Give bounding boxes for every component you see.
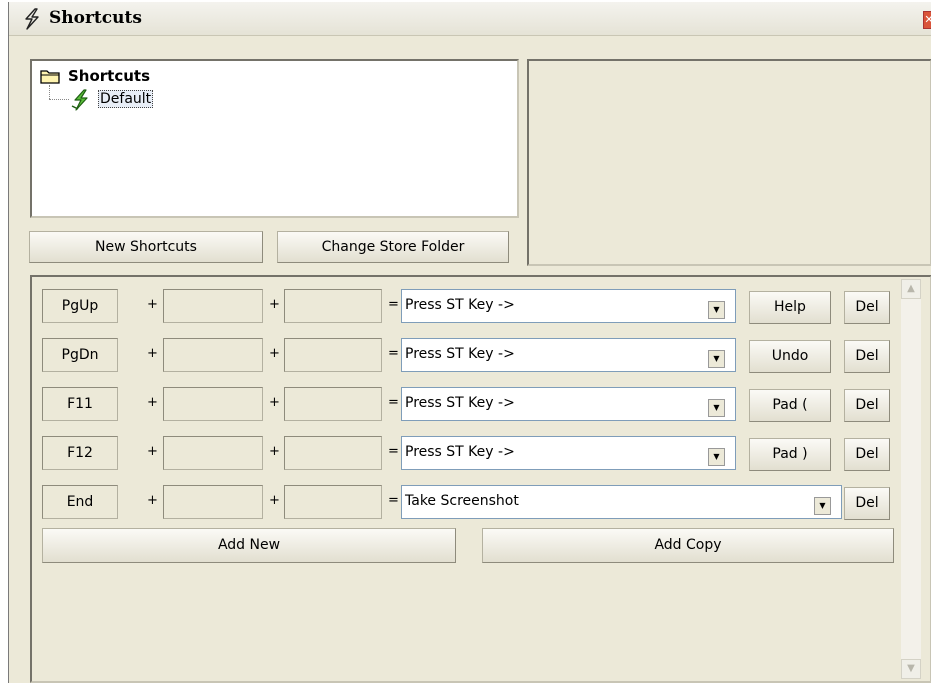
- close-button[interactable]: ✕: [923, 11, 931, 29]
- action-dropdown[interactable]: Press ST Key -> ▼: [401, 289, 736, 323]
- chevron-down-icon[interactable]: ▼: [708, 301, 725, 319]
- scroll-down-icon[interactable]: ▼: [901, 659, 921, 679]
- st-key-button[interactable]: Pad ): [749, 438, 831, 471]
- chevron-down-icon[interactable]: ▼: [708, 399, 725, 417]
- key2-field[interactable]: [163, 289, 263, 323]
- key1-field[interactable]: F11: [42, 387, 118, 421]
- action-dropdown[interactable]: Press ST Key -> ▼: [401, 338, 736, 372]
- equals-sign: =: [388, 444, 399, 459]
- action-dropdown[interactable]: Take Screenshot ▼: [401, 485, 842, 519]
- shortcuts-tree[interactable]: Shortcuts Default: [30, 59, 519, 218]
- plus-sign: +: [269, 346, 280, 361]
- plus-sign: +: [269, 297, 280, 312]
- plus-sign: +: [147, 493, 158, 508]
- chevron-down-icon[interactable]: ▼: [708, 448, 725, 466]
- shortcut-row: F12 + + = Press ST Key -> ▼ Pad ) Del: [32, 436, 892, 472]
- key3-field[interactable]: [284, 387, 382, 421]
- key1-field[interactable]: PgDn: [42, 338, 118, 372]
- delete-button[interactable]: Del: [844, 389, 890, 422]
- equals-sign: =: [388, 493, 399, 508]
- tree-connector: [49, 99, 69, 100]
- plus-sign: +: [147, 444, 158, 459]
- new-shortcuts-button[interactable]: New Shortcuts: [29, 231, 263, 263]
- action-value: Press ST Key ->: [405, 444, 515, 460]
- action-value: Press ST Key ->: [405, 297, 515, 313]
- key1-field[interactable]: End: [42, 485, 118, 519]
- action-value: Take Screenshot: [405, 493, 519, 509]
- tree-connector: [49, 85, 50, 99]
- plus-sign: +: [147, 297, 158, 312]
- key1-field[interactable]: PgUp: [42, 289, 118, 323]
- add-copy-button[interactable]: Add Copy: [482, 528, 894, 563]
- st-key-button[interactable]: Help: [749, 291, 831, 324]
- shortcut-row: PgUp + + = Press ST Key -> ▼ Help Del: [32, 289, 892, 325]
- delete-button[interactable]: Del: [844, 438, 890, 471]
- plus-sign: +: [269, 493, 280, 508]
- plus-sign: +: [147, 395, 158, 410]
- vertical-scrollbar[interactable]: ▲ ▼: [901, 279, 921, 679]
- tree-child-label: Default: [98, 90, 154, 108]
- equals-sign: =: [388, 346, 399, 361]
- key3-field[interactable]: [284, 436, 382, 470]
- delete-button[interactable]: Del: [844, 487, 890, 520]
- chevron-down-icon[interactable]: ▼: [814, 497, 831, 515]
- scroll-up-icon[interactable]: ▲: [901, 279, 921, 299]
- action-value: Press ST Key ->: [405, 346, 515, 362]
- key3-field[interactable]: [284, 289, 382, 323]
- equals-sign: =: [388, 395, 399, 410]
- shortcut-row: End + + = Take Screenshot ▼ Del: [32, 485, 892, 521]
- tree-root-label: Shortcuts: [68, 67, 151, 85]
- add-new-button[interactable]: Add New: [42, 528, 456, 563]
- folder-icon: [40, 70, 60, 84]
- title-bar[interactable]: Shortcuts ✕: [9, 2, 931, 36]
- key2-field[interactable]: [163, 387, 263, 421]
- window-title: Shortcuts: [49, 8, 142, 28]
- shortcuts-window: Shortcuts ✕ Shortcuts Default New Shortc…: [8, 2, 931, 683]
- action-value: Press ST Key ->: [405, 395, 515, 411]
- plus-sign: +: [269, 444, 280, 459]
- shortcut-row: PgDn + + = Press ST Key -> ▼ Undo Del: [32, 338, 892, 374]
- shortcut-row: F11 + + = Press ST Key -> ▼ Pad ( Del: [32, 387, 892, 423]
- plus-sign: +: [269, 395, 280, 410]
- action-dropdown[interactable]: Press ST Key -> ▼: [401, 387, 736, 421]
- chevron-down-icon[interactable]: ▼: [708, 350, 725, 368]
- shortcut-list: PgUp + + = Press ST Key -> ▼ Help Del Pg…: [30, 275, 931, 683]
- lightning-icon: [25, 8, 39, 30]
- key2-field[interactable]: [163, 338, 263, 372]
- st-key-button[interactable]: Pad (: [749, 389, 831, 422]
- action-dropdown[interactable]: Press ST Key -> ▼: [401, 436, 736, 470]
- shortcut-set-icon: [71, 89, 88, 111]
- key2-field[interactable]: [163, 485, 263, 519]
- key2-field[interactable]: [163, 436, 263, 470]
- key3-field[interactable]: [284, 485, 382, 519]
- st-key-button[interactable]: Undo: [749, 340, 831, 373]
- change-store-folder-button[interactable]: Change Store Folder: [277, 231, 509, 263]
- key1-field[interactable]: F12: [42, 436, 118, 470]
- delete-button[interactable]: Del: [844, 291, 890, 324]
- equals-sign: =: [388, 297, 399, 312]
- delete-button[interactable]: Del: [844, 340, 890, 373]
- key3-field[interactable]: [284, 338, 382, 372]
- plus-sign: +: [147, 346, 158, 361]
- details-panel: [527, 59, 931, 266]
